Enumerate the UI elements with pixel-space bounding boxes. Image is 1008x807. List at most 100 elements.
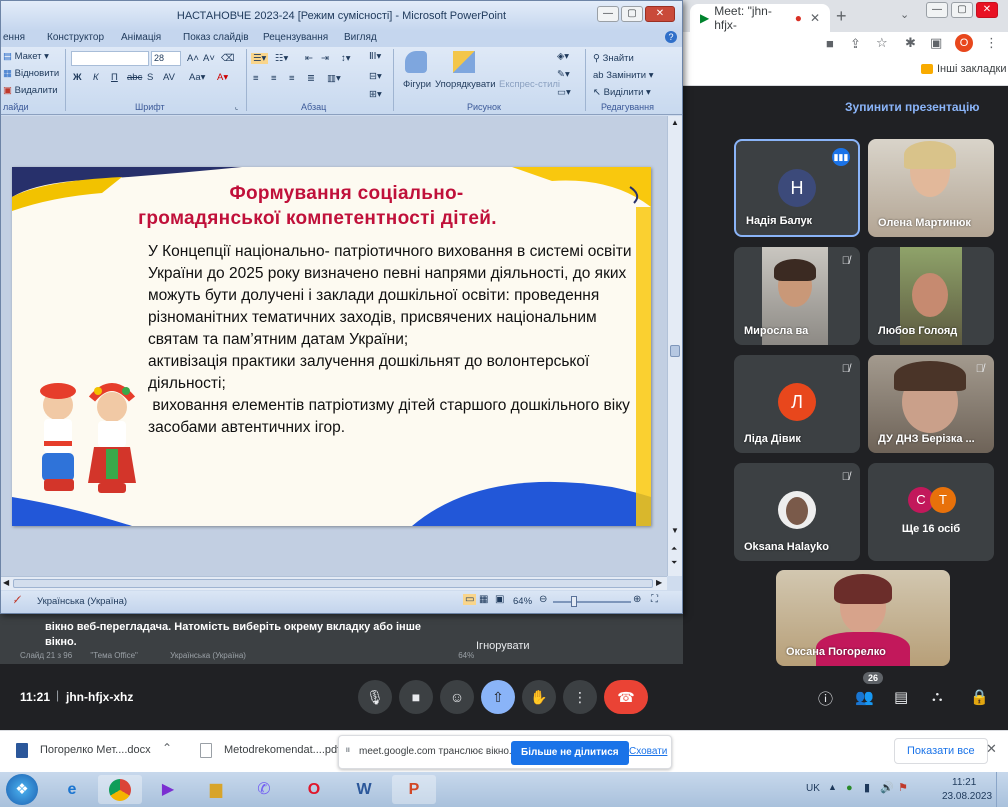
taskbar-explorer-icon[interactable]: ▆ bbox=[194, 775, 238, 804]
show-desktop-button[interactable] bbox=[996, 772, 1008, 807]
text-direction-button[interactable]: ⅡⅠ▾ bbox=[369, 51, 381, 62]
font-size-box[interactable]: 28 bbox=[151, 51, 181, 66]
info-icon[interactable]: ⓘ bbox=[818, 688, 833, 709]
camera-button[interactable]: ■ bbox=[399, 680, 433, 714]
present-button[interactable]: ⇧ bbox=[481, 680, 515, 714]
clear-format-button[interactable]: ⌫ bbox=[221, 53, 234, 64]
justify-button[interactable]: ≣ bbox=[307, 73, 315, 84]
people-icon[interactable]: 👥 bbox=[855, 688, 874, 706]
participant-tile[interactable]: 🎙̸ ДУ ДНЗ Берізка ... bbox=[868, 355, 994, 453]
chrome-close-button[interactable]: ✕ bbox=[976, 2, 998, 18]
download-item-pdf[interactable]: Metodrekomendat....pdf bbox=[224, 744, 340, 756]
meet-tab[interactable]: ▶ Meet: "jhn-hfjx- ● ✕ bbox=[690, 4, 830, 32]
more-options-button[interactable]: ⋮ bbox=[563, 680, 597, 714]
extensions-icon[interactable]: ✱ bbox=[905, 35, 916, 51]
strikethrough-button[interactable]: abc bbox=[127, 72, 142, 83]
slide-editing-area[interactable]: Формування соціально- громадянської комп… bbox=[1, 116, 667, 576]
horizontal-scrollbar[interactable]: ◀ ▶ bbox=[1, 576, 667, 590]
shrink-font-button[interactable]: A˅ bbox=[203, 53, 215, 64]
columns-button[interactable]: ▥▾ bbox=[327, 73, 341, 84]
slide-canvas[interactable]: Формування соціально- громадянської комп… bbox=[12, 167, 651, 526]
participant-tile[interactable]: Н ▮▮▮ Надія Балук bbox=[734, 139, 860, 237]
shapes-icon[interactable] bbox=[405, 51, 427, 73]
scroll-right-icon[interactable]: ▶ bbox=[656, 578, 662, 587]
participant-tile[interactable]: Оксана Погорелко bbox=[776, 570, 950, 666]
activities-icon[interactable]: ⛬ bbox=[932, 688, 943, 705]
stop-presenting-button[interactable]: Зупинити презентацію bbox=[845, 100, 980, 114]
chrome-minimize-button[interactable]: — bbox=[926, 2, 948, 18]
tab-design[interactable]: Конструктор bbox=[47, 32, 104, 43]
decrease-indent-button[interactable]: ⇤ bbox=[305, 53, 313, 64]
slide-body-text[interactable]: У Концепції національно- патріотичного в… bbox=[148, 241, 648, 439]
next-slide-icon[interactable]: ⏷ bbox=[671, 558, 677, 568]
taskbar-ie-icon[interactable]: e bbox=[50, 775, 94, 804]
download-item-docx[interactable]: Погорелко Мет....docx bbox=[40, 744, 151, 756]
line-spacing-button[interactable]: ↕▾ bbox=[341, 53, 351, 64]
shape-outline-button[interactable]: ✎▾ bbox=[557, 69, 570, 80]
shadow-button[interactable]: S bbox=[147, 72, 153, 83]
increase-indent-button[interactable]: ⇥ bbox=[321, 53, 329, 64]
volume-icon[interactable]: 🔊 bbox=[880, 781, 894, 794]
bookmark-star-icon[interactable]: ☆ bbox=[876, 35, 888, 51]
quick-styles-button[interactable]: Експрес-стилі bbox=[499, 79, 560, 90]
other-bookmarks-link[interactable]: Інші закладки bbox=[937, 63, 1006, 75]
taskbar-media-player-icon[interactable]: ▶ bbox=[146, 775, 190, 804]
find-button[interactable]: ⚲ Знайти bbox=[593, 53, 634, 64]
normal-view-icon[interactable]: ▭ bbox=[463, 594, 477, 605]
taskbar-chrome-icon[interactable] bbox=[98, 775, 142, 804]
scroll-down-icon[interactable]: ▼ bbox=[671, 526, 679, 535]
participant-tile[interactable]: 🎙̸ Миросла ва bbox=[734, 247, 860, 345]
close-download-bar-icon[interactable]: ✕ bbox=[986, 741, 997, 757]
zoom-out-icon[interactable]: ⊖ bbox=[539, 594, 547, 605]
share-icon[interactable]: ⇪ bbox=[850, 36, 861, 52]
vertical-scrollbar[interactable]: ▲ ▼ ⏶ ⏷ bbox=[667, 116, 682, 576]
participant-tile[interactable]: Л 🎙̸ Ліда Дівик bbox=[734, 355, 860, 453]
smartart-button[interactable]: ⊞▾ bbox=[369, 89, 382, 100]
network-icon[interactable]: ▮ bbox=[864, 781, 870, 794]
bold-button[interactable]: Ж bbox=[73, 72, 82, 83]
new-tab-button[interactable]: + bbox=[836, 6, 847, 27]
tray-flag-icon[interactable]: ⚑ bbox=[898, 781, 908, 794]
select-button[interactable]: ↖ Виділити ▾ bbox=[593, 87, 651, 98]
leave-call-button[interactable]: ☎ bbox=[604, 680, 648, 714]
case-button[interactable]: Aa▾ bbox=[189, 72, 205, 83]
align-right-button[interactable]: ≡ bbox=[289, 73, 295, 84]
bullets-button[interactable]: ☰▾ bbox=[251, 53, 269, 64]
font-name-box[interactable] bbox=[71, 51, 149, 66]
numbering-button[interactable]: ☷▾ bbox=[275, 53, 288, 64]
ppt-maximize-button[interactable]: ▢ bbox=[621, 6, 643, 22]
replace-button[interactable]: ab Замінити ▾ bbox=[593, 70, 654, 81]
zoom-slider-thumb[interactable] bbox=[571, 596, 577, 607]
stop-sharing-button[interactable]: Більше не ділитися bbox=[511, 741, 629, 765]
clock-time[interactable]: 11:21 bbox=[952, 777, 976, 788]
chevron-up-icon[interactable]: ⌃ bbox=[162, 741, 172, 755]
hide-banner-link[interactable]: Сховати bbox=[629, 746, 667, 757]
italic-button[interactable]: К bbox=[93, 72, 99, 83]
font-dialog-launcher-icon[interactable]: ⌞ bbox=[235, 103, 238, 111]
tray-app-icon[interactable]: ● bbox=[846, 782, 853, 794]
slide-title[interactable]: Формування соціально- громадянської комп… bbox=[12, 181, 651, 231]
zoom-slider[interactable] bbox=[553, 601, 631, 603]
font-color-button[interactable]: A▾ bbox=[217, 72, 228, 83]
taskbar-powerpoint-icon[interactable]: P bbox=[392, 775, 436, 804]
zoom-level[interactable]: 64% bbox=[513, 596, 532, 607]
arrange-button[interactable]: Упорядкувати bbox=[435, 79, 496, 90]
raise-hand-button[interactable]: ✋ bbox=[522, 680, 556, 714]
chrome-maximize-button[interactable]: ▢ bbox=[951, 2, 973, 18]
participant-tile[interactable]: 🎙̸ Oksana Halayko bbox=[734, 463, 860, 561]
prev-slide-icon[interactable]: ⏶ bbox=[671, 544, 677, 554]
taskbar-word-icon[interactable]: W bbox=[342, 775, 386, 804]
start-button[interactable]: ❖ bbox=[6, 774, 38, 805]
chat-icon[interactable]: ▤ bbox=[894, 688, 908, 706]
delete-slide-button[interactable]: ▣ Видалити bbox=[3, 85, 58, 96]
tab-review[interactable]: Рецензування bbox=[263, 32, 328, 43]
align-left-button[interactable]: ≡ bbox=[253, 73, 259, 84]
align-text-button[interactable]: ⊟▾ bbox=[369, 71, 382, 82]
drag-handle-icon[interactable]: ⏸ bbox=[345, 744, 351, 757]
arrange-icon[interactable] bbox=[453, 51, 475, 73]
underline-button[interactable]: П bbox=[111, 72, 118, 83]
taskbar-viber-icon[interactable]: ✆ bbox=[242, 775, 286, 804]
tab-home[interactable]: ення bbox=[3, 32, 25, 43]
spacing-button[interactable]: AV bbox=[163, 72, 175, 83]
shapes-button[interactable]: Фігури bbox=[403, 79, 431, 90]
